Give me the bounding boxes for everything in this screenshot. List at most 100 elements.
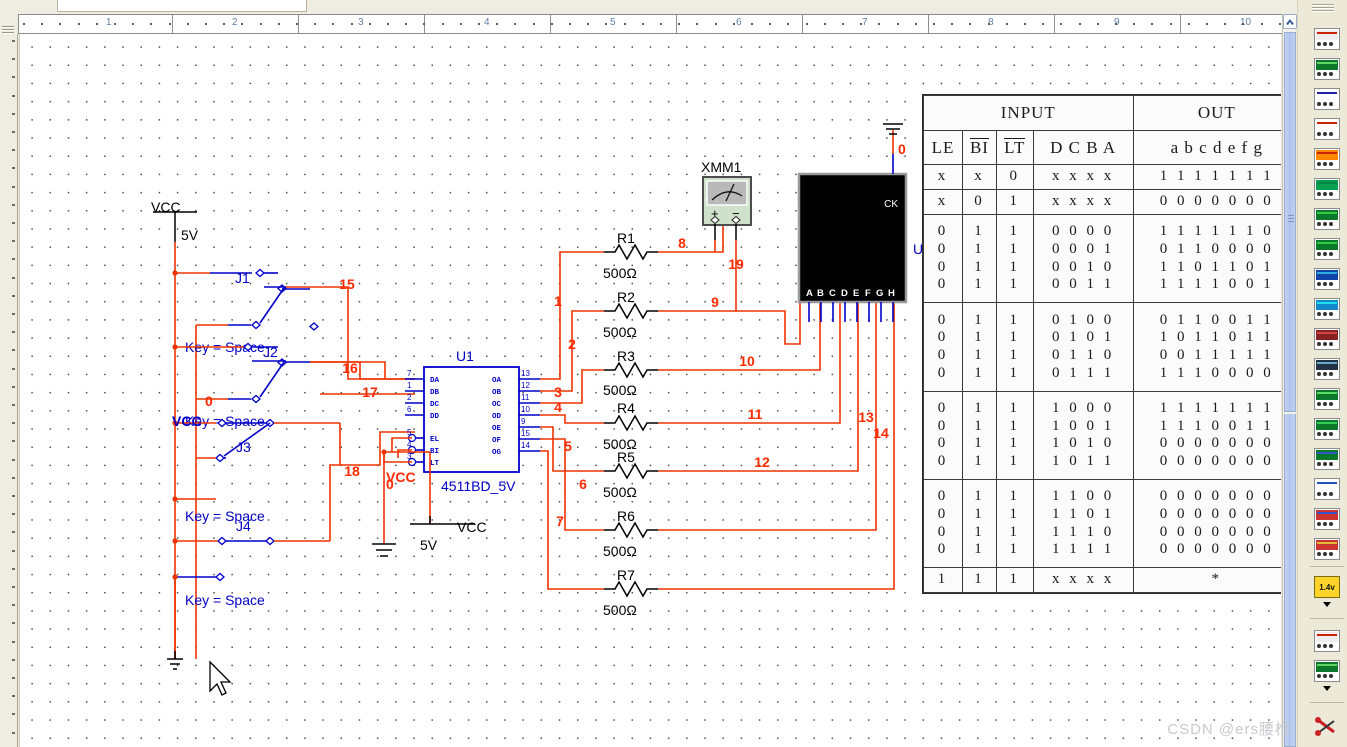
ruler-tick [878,23,881,25]
truth-table-cell: 1 1 1 1 1 1 11 1 1 0 0 1 10 0 0 0 0 0 00… [1132,390,1281,480]
ic-u1[interactable]: U1 4511BD_5V DA DB DC DD EL BI LT OA OB … [405,348,540,494]
net-label-17: 17 [362,384,378,400]
truth-table-cell: 0000 [922,213,964,304]
place-mcu-button[interactable] [1312,534,1342,564]
net-label-4: 4 [554,399,562,415]
ic-pin-db: DB [430,389,440,397]
display-u2[interactable]: CK U2 A B C D E F G H [797,154,931,322]
ground-symbol-left[interactable] [167,577,183,670]
truth-table-cell: 1 [995,189,1034,215]
ruler-tick-v [12,131,15,133]
net-label-2: 2 [568,336,576,352]
resistor-r4-ref: R4 [617,400,635,416]
ic-pinnum-10: 10 [521,405,530,414]
truth-table-cell: x x x x [1032,164,1134,191]
toolbar-dropdown-arrow-2[interactable] [1323,686,1331,691]
net-label-15: 15 [339,276,355,292]
truth-table-cell: 1 0 0 01 0 0 11 0 1 01 0 1 1 [1032,390,1134,480]
net-label-11: 11 [748,406,763,422]
resistor-r6[interactable]: R6 500Ω [603,508,658,559]
ruler-tick-v [12,76,15,79]
ruler-tick [678,23,681,25]
place-source-button[interactable] [1312,24,1342,54]
truth-table-row: xx0x x x x1 1 1 1 1 1 1 [922,164,1281,191]
place-hierarchical-button[interactable] [1312,626,1342,656]
ic-pinnum-11: 11 [521,393,530,402]
scroll-thumb[interactable] [1284,32,1296,412]
resistor-r3[interactable]: R3 500Ω [603,348,658,398]
place-power-button[interactable] [1312,324,1342,354]
vertical-scrollbar[interactable] [1282,14,1297,747]
truth-table-cell: 1111 [962,390,997,480]
place-misc-digital-button[interactable] [1312,234,1342,264]
components-toolbar-grip[interactable] [1312,4,1334,16]
display-pin-f: F [865,288,871,299]
rail-label-vcc-mid: VCC [172,413,202,429]
resistor-r1[interactable]: R1 500Ω [603,230,658,281]
ruler-tick [860,23,863,25]
ruler-tick [132,23,135,25]
ruler-tick [95,23,98,25]
ic-pin-dd: DD [430,413,440,421]
place-rf-button[interactable] [1312,414,1342,444]
truth-table-cell: 1111 [962,213,997,304]
vcc-bottom-value: 5V [420,537,438,553]
place-ttl-icon [1314,178,1340,200]
place-source-voltage-button[interactable]: 1.4v [1312,572,1342,602]
place-transistor-button[interactable] [1312,114,1342,144]
ruler-tick-v [12,149,15,152]
net-label-6: 6 [579,476,587,492]
place-basic-button[interactable] [1312,54,1342,84]
place-cmos-button[interactable] [1312,204,1342,234]
place-ttl-button[interactable] [1312,174,1342,204]
truth-table-cell: 1 1 1 1 1 1 1 [1132,164,1281,191]
cut-button[interactable] [1312,712,1342,742]
mouse-cursor [209,660,232,696]
ruler-tick [1115,23,1117,25]
resistor-r7[interactable]: R7 500Ω [603,567,658,618]
watermark: CSDN @ers腰椎 [1167,721,1291,738]
ruler-tick-v [12,349,15,352]
toolbar-docked-tab[interactable] [57,0,307,12]
ic-pinnum-7: 7 [407,369,412,378]
ruler-tick [350,23,353,25]
ground-symbol-ic[interactable] [372,543,396,557]
ruler-tick [1242,23,1245,25]
truth-table-row: 111x x x x * [922,567,1281,593]
scroll-up-button[interactable] [1283,14,1297,29]
place-advanced-periph-button[interactable] [1312,384,1342,414]
place-indicator-button[interactable] [1312,294,1342,324]
place-mixed-button[interactable] [1312,264,1342,294]
truth-table-column-header: D C B A [1032,129,1134,166]
ruler-tick [496,23,499,25]
truth-table-cell: 1111 [962,478,997,569]
multimeter-xmm1[interactable]: + − [702,176,752,240]
scroll-track[interactable] [1284,414,1296,747]
place-analog-button[interactable] [1312,144,1342,174]
toolbar-dropdown-arrow[interactable] [1323,602,1331,607]
resistor-r2[interactable]: R2 500Ω [603,289,658,340]
place-ni-components-button[interactable] [1312,474,1342,504]
ruler-tick-v [12,640,15,643]
place-electromech-button[interactable] [1312,444,1342,474]
ruler-tick [368,23,371,25]
place-connector-button[interactable] [1312,504,1342,534]
resistor-r5-value: 500Ω [603,484,637,500]
truth-table-row: 0000111111110 0 0 00 0 0 10 0 1 00 0 1 1… [922,213,1281,304]
schematic-canvas[interactable]: J1 Key = Space 15 J2 Key = Space 0 16 17… [19,34,1281,747]
place-diode-button[interactable] [1312,84,1342,114]
place-misc-button[interactable] [1312,354,1342,384]
place-power-icon [1314,328,1340,350]
switch-j4-ref: J4 [236,518,251,534]
place-bus-button[interactable] [1312,656,1342,686]
ruler-tick [914,23,917,25]
ruler-tick [277,23,280,25]
ruler-tick [532,23,535,25]
resistor-r3-ref: R3 [617,348,635,364]
ruler-tick [1260,23,1263,25]
truth-table-column-header: LE [922,129,964,166]
resistor-r5[interactable]: R5 500Ω [603,449,658,500]
resistor-r4[interactable]: R4 500Ω [603,400,658,452]
net-label-0-ck: 0 [898,141,906,157]
truth-table-cell: x x x x [1032,567,1134,593]
